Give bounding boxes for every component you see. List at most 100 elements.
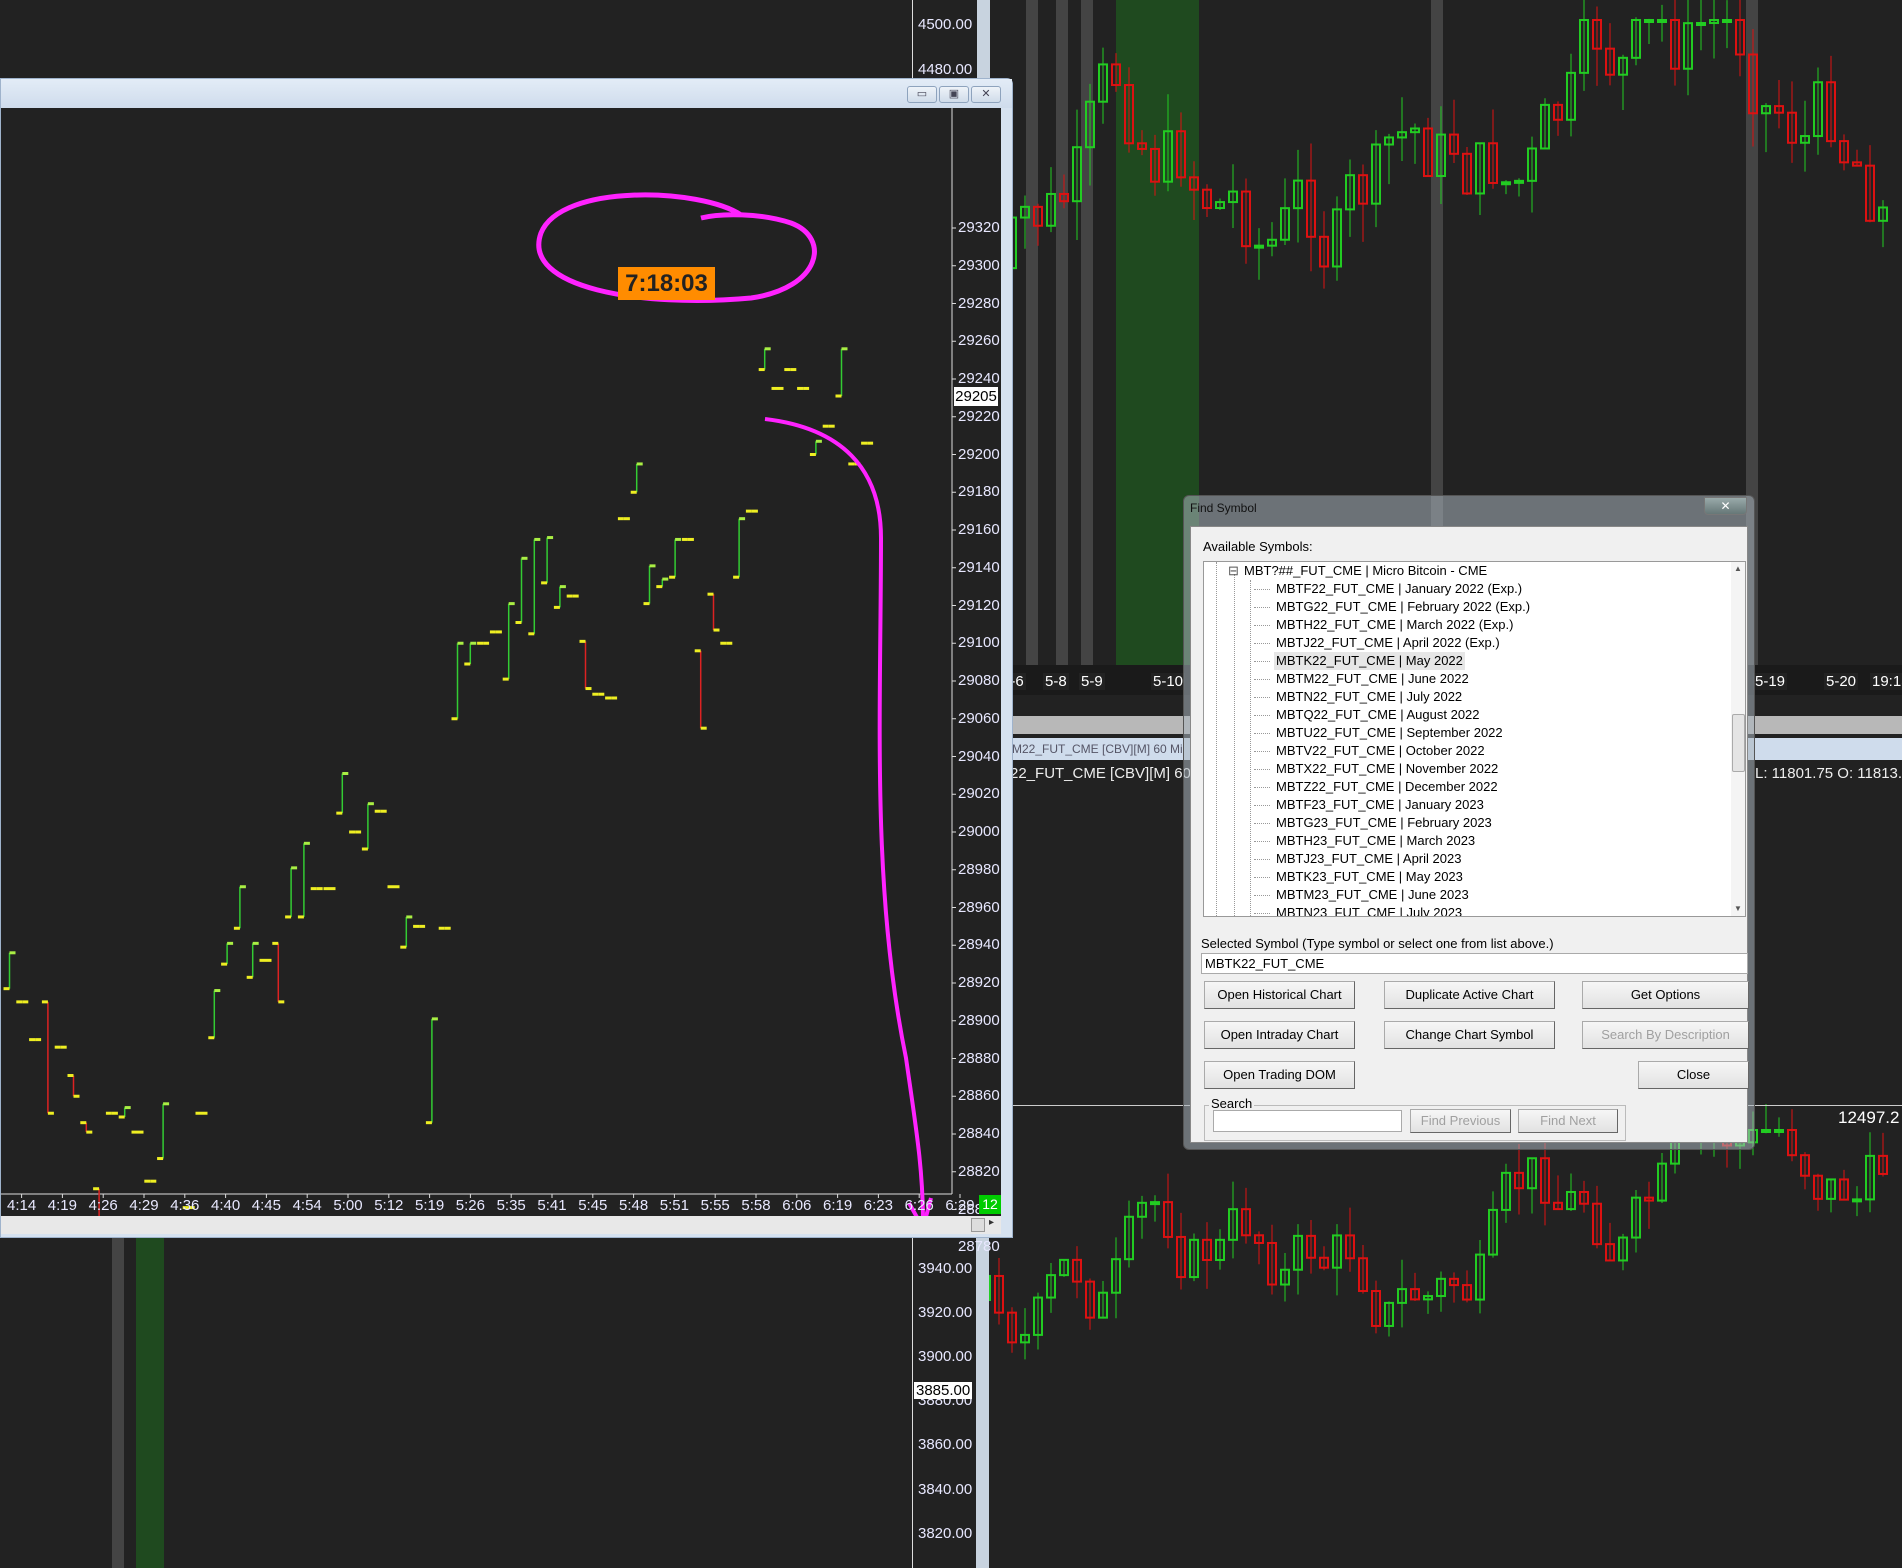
symbol-list-item[interactable]: MBTN23_FUT_CME | July 2023: [1274, 904, 1464, 916]
axis-label: 3840.00: [918, 1481, 973, 1498]
right-candle: [1228, 1181, 1238, 1259]
right-candle: [1111, 1237, 1121, 1319]
tree-connector: [1254, 841, 1270, 842]
y-tick-label: 28820: [958, 1162, 1000, 1180]
symbol-list-item[interactable]: MBTK22_FUT_CME | May 2022: [1274, 652, 1465, 670]
search-by-description-button[interactable]: Search By Description: [1582, 1021, 1749, 1049]
right-candle: [1085, 1278, 1095, 1330]
x-tick-label: 4:14: [6, 1197, 37, 1214]
candle-body: [1722, 19, 1732, 23]
right-candle: [1150, 1195, 1160, 1222]
symbol-tree[interactable]: ⊟ MBT?##_FUT_CME | Micro Bitcoin - CME M…: [1203, 561, 1746, 917]
close-window-button[interactable]: ✕: [971, 86, 1001, 103]
chart-window: ▭ ▣ ✕ 29320 29300 29280 29260 29240 29220 2920…: [0, 78, 1013, 1255]
symbol-list-item[interactable]: MBTQ22_FUT_CME | August 2022: [1274, 706, 1482, 724]
symbol-list-item[interactable]: MBTJ23_FUT_CME | April 2023: [1274, 850, 1463, 868]
open-trading-dom-button[interactable]: Open Trading DOM: [1204, 1061, 1355, 1089]
tree-connector: [1254, 733, 1270, 734]
tree-connector: [1254, 877, 1270, 878]
find-next-button[interactable]: Find Next: [1518, 1109, 1618, 1133]
right-candle: [1592, 6, 1602, 86]
horizontal-scrollbar[interactable]: ▸: [1, 1216, 1001, 1234]
search-input[interactable]: [1213, 1110, 1402, 1132]
symbol-list-item[interactable]: MBTG23_FUT_CME | February 2023: [1274, 814, 1494, 832]
right-candle: [1072, 109, 1082, 240]
symbol-list-item[interactable]: MBTV22_FUT_CME | October 2022: [1274, 742, 1487, 760]
duplicate-active-chart-button[interactable]: Duplicate Active Chart: [1384, 981, 1555, 1009]
right-candle: [1527, 1157, 1537, 1214]
price-bar: [297, 841, 310, 919]
top-left-scrollbar[interactable]: [977, 0, 990, 78]
price-bar: [285, 866, 298, 919]
symbol-list-item[interactable]: MBTH23_FUT_CME | March 2023: [1274, 832, 1477, 850]
right-candle: [1345, 1207, 1355, 1272]
open-intraday-chart-button[interactable]: Open Intraday Chart: [1204, 1021, 1355, 1049]
get-options-button[interactable]: Get Options: [1582, 981, 1749, 1009]
symbol-list-item[interactable]: MBTX22_FUT_CME | November 2022: [1274, 760, 1500, 778]
close-button[interactable]: Close: [1638, 1061, 1749, 1089]
symbol-list-item[interactable]: MBTZ22_FUT_CME | December 2022: [1274, 778, 1500, 796]
symbol-list-item[interactable]: MBTF22_FUT_CME | January 2022 (Exp.): [1274, 580, 1524, 598]
right-candle: [1176, 1212, 1186, 1290]
scroll-right-arrow-icon[interactable]: ▸: [989, 1217, 994, 1228]
right-candle: [1410, 123, 1420, 164]
symbol-list-item[interactable]: MBTM22_FUT_CME | June 2022: [1274, 670, 1471, 688]
y-tick-label: 28940: [958, 936, 1000, 954]
find-previous-button[interactable]: Find Previous: [1410, 1109, 1511, 1133]
symbol-list-item[interactable]: MBTM23_FUT_CME | June 2023: [1274, 886, 1471, 904]
right-candle: [1046, 167, 1056, 233]
tree-connector: [1254, 607, 1270, 608]
window-titlebar[interactable]: ▭ ▣ ✕: [1, 79, 1012, 108]
tree-connector: [1254, 715, 1270, 716]
x-tick-label: 5:35: [496, 1197, 526, 1214]
open-historical-chart-button[interactable]: Open Historical Chart: [1204, 981, 1355, 1009]
scroll-up-icon[interactable]: ▲: [1734, 564, 1742, 573]
price-bar: [118, 1106, 131, 1119]
selected-symbol-input[interactable]: [1201, 953, 1748, 974]
tree-root-item[interactable]: MBT?##_FUT_CME | Micro Bitcoin - CME: [1242, 562, 1489, 580]
symbol-list-item[interactable]: MBTJ22_FUT_CME | April 2022 (Exp.): [1274, 634, 1502, 652]
symbol-list-item[interactable]: MBTN22_FUT_CME | July 2022: [1274, 688, 1464, 706]
change-chart-symbol-button[interactable]: Change Chart Symbol: [1384, 1021, 1555, 1049]
session-band: [1026, 0, 1038, 665]
collapse-icon[interactable]: ⊟: [1228, 563, 1239, 579]
y-tick-label: 28920: [958, 974, 1000, 991]
symbol-list-item[interactable]: MBTG22_FUT_CME | February 2022 (Exp.): [1274, 598, 1532, 616]
right-candle: [1852, 149, 1862, 167]
time-axis: 4:14 4:19 4:26 4:29 4:36 4:40 4:45 4:54 5:00 5:12…: [1, 1194, 981, 1216]
right-candle: [1397, 97, 1407, 161]
symbol-list-item[interactable]: MBTH22_FUT_CME | March 2022 (Exp.): [1274, 616, 1515, 634]
list-scrollbar-thumb[interactable]: [1732, 714, 1745, 772]
dialog-close-icon[interactable]: ✕: [1704, 497, 1747, 515]
session-band: [1056, 0, 1068, 665]
right-candle: [1254, 228, 1264, 280]
symbol-list-item[interactable]: MBTF23_FUT_CME | January 2023: [1274, 796, 1486, 814]
price-bar: [67, 1073, 80, 1098]
right-candle: [1878, 1132, 1888, 1177]
x-tick-label: 6:06: [782, 1197, 812, 1214]
bottom-left-scrollbar[interactable]: [976, 1238, 989, 1568]
available-symbols-label: Available Symbols:: [1203, 539, 1313, 554]
bar-timer: 7:18:03: [618, 267, 715, 300]
y-tick-label: 28980: [958, 860, 1000, 878]
list-scrollbar[interactable]: ▲ ▼: [1731, 562, 1745, 916]
right-candle: [1410, 1272, 1420, 1301]
scrollbar-thumb[interactable]: [971, 1218, 985, 1232]
right-candle: [1761, 103, 1771, 153]
restore-button[interactable]: ▣: [939, 86, 969, 103]
symbol-list-item[interactable]: MBTU22_FUT_CME | September 2022: [1274, 724, 1505, 742]
y-tick-label: 28860: [958, 1087, 1000, 1105]
tree-connector: [1254, 679, 1270, 680]
x-tick-label: 5:45: [578, 1197, 608, 1214]
tree-connector: [1254, 859, 1270, 860]
minimize-button[interactable]: ▭: [907, 86, 937, 103]
right-candle: [1254, 1231, 1264, 1265]
scroll-down-icon[interactable]: ▼: [1734, 904, 1742, 913]
right-candle: [1163, 1173, 1173, 1249]
symbol-list-item[interactable]: MBTK23_FUT_CME | May 2023: [1274, 868, 1465, 886]
right-time-label: 19:15: [1870, 673, 1902, 690]
tree-connector: [1254, 913, 1270, 914]
price-bar: [630, 462, 643, 494]
right-candle: [1878, 200, 1888, 248]
price-chart[interactable]: 29320 29300 29280 29260 29240 29220 29200 29180…: [1, 108, 1001, 1255]
